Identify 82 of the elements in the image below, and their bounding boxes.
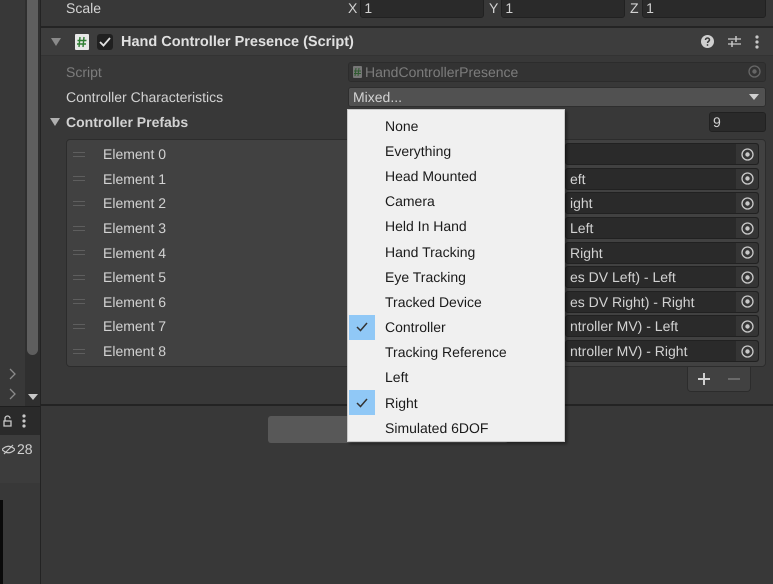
foldout-arrow-icon[interactable] (51, 38, 61, 46)
foldout-arrow-icon[interactable] (50, 118, 60, 126)
menu-item[interactable]: Eye Tracking (349, 264, 563, 290)
element-label: Element 7 (103, 318, 166, 334)
script-name: HandControllerPresence (365, 64, 518, 80)
object-picker-icon[interactable] (740, 246, 754, 260)
more-icon[interactable] (755, 34, 759, 48)
object-picker-icon[interactable] (740, 222, 754, 235)
prefab-field[interactable]: eft (565, 168, 759, 190)
scale-field[interactable]: 1 (501, 0, 625, 18)
drag-handle-icon[interactable] (73, 200, 85, 206)
menu-item[interactable]: Left (349, 364, 563, 390)
prefab-field[interactable]: es DV Left) - Left (565, 266, 759, 288)
drag-handle-icon[interactable] (73, 226, 85, 231)
menu-item[interactable]: Everything (349, 138, 563, 164)
drag-handle-icon[interactable] (73, 348, 85, 354)
prefab-field[interactable]: ntroller MV) - Left (565, 315, 759, 338)
prefab-field[interactable]: Left (565, 217, 759, 240)
menu-item[interactable]: Camera (349, 188, 563, 214)
menu-item[interactable]: Tracked Device (349, 289, 563, 314)
lock-icon[interactable] (3, 415, 12, 427)
script-file-icon (75, 34, 89, 50)
menu-item[interactable]: Held In Hand (349, 214, 563, 239)
prefab-field[interactable]: Right (565, 242, 759, 264)
object-picker-icon[interactable] (740, 148, 754, 161)
component-header[interactable]: Hand Controller Presence (Script) (41, 28, 773, 56)
prefab-field[interactable]: ight (565, 192, 759, 214)
drag-handle-icon[interactable] (73, 299, 85, 304)
element-label: Element 2 (103, 195, 166, 212)
component-title: Hand Controller Presence (Script) (121, 34, 354, 50)
object-picker-icon[interactable] (740, 344, 754, 358)
help-icon[interactable] (701, 35, 714, 48)
object-picker-icon[interactable] (740, 196, 754, 210)
element-label: Element 1 (103, 170, 166, 187)
menu-item[interactable]: Controller (349, 314, 563, 340)
menu-item[interactable]: Head Mounted (349, 163, 563, 189)
menu-item[interactable]: Right (349, 390, 563, 416)
drag-handle-icon[interactable] (73, 250, 85, 256)
element-label: Element 5 (103, 269, 166, 286)
axis-label: X (348, 0, 358, 16)
scale-field[interactable]: 1 (360, 0, 484, 18)
element-label: Element 4 (103, 244, 166, 261)
drag-handle-icon[interactable] (73, 274, 85, 280)
element-label: Element 0 (103, 146, 166, 162)
menu-item[interactable]: Tracking Reference (349, 340, 563, 365)
element-label: Element 6 (103, 294, 166, 310)
menu-item[interactable]: Simulated 6DOF (349, 415, 563, 440)
element-label: Element 3 (103, 220, 166, 236)
drag-handle-icon[interactable] (73, 152, 85, 157)
axis-label: Y (489, 0, 498, 16)
prefabs-label: Controller Prefabs (66, 114, 188, 130)
script-file-icon (353, 66, 362, 78)
scroll-down-icon[interactable] (28, 394, 38, 400)
characteristics-label: Controller Characteristics (66, 88, 224, 104)
axis-label: Z (630, 0, 640, 16)
enabled-checkbox[interactable] (97, 34, 113, 50)
object-picker-icon[interactable] (740, 172, 754, 186)
chevron-right-icon[interactable] (8, 388, 16, 400)
object-picker-icon[interactable] (740, 270, 754, 284)
prefab-field[interactable]: ntroller MV) - Right (565, 340, 759, 362)
prefab-field[interactable] (565, 143, 759, 166)
object-picker-icon[interactable] (740, 320, 754, 333)
drag-handle-icon[interactable] (73, 176, 85, 182)
element-label: Element 8 (103, 343, 166, 360)
hidden-count: 28 (17, 441, 33, 457)
add-icon[interactable] (698, 373, 710, 386)
list-size-field[interactable]: 9 (709, 112, 766, 132)
menu-item[interactable]: None (349, 113, 563, 138)
object-picker-icon[interactable] (740, 295, 754, 308)
scale-field[interactable]: 1 (642, 0, 766, 18)
scale-label: Scale (66, 0, 102, 16)
hidden-eye-icon[interactable] (2, 444, 15, 454)
scrollbar-thumb[interactable] (27, 0, 38, 355)
drag-handle-icon[interactable] (73, 324, 85, 329)
dropdown-arrow-icon (749, 94, 759, 100)
prefab-field[interactable]: es DV Right) - Right (565, 290, 759, 313)
chevron-right-icon[interactable] (8, 368, 16, 380)
more-icon[interactable] (22, 414, 26, 428)
menu-item[interactable]: Hand Tracking (349, 238, 563, 264)
characteristics-dropdown[interactable]: Mixed... (348, 86, 766, 106)
script-label: Script (66, 64, 103, 80)
settings-sliders-icon[interactable] (728, 35, 741, 48)
